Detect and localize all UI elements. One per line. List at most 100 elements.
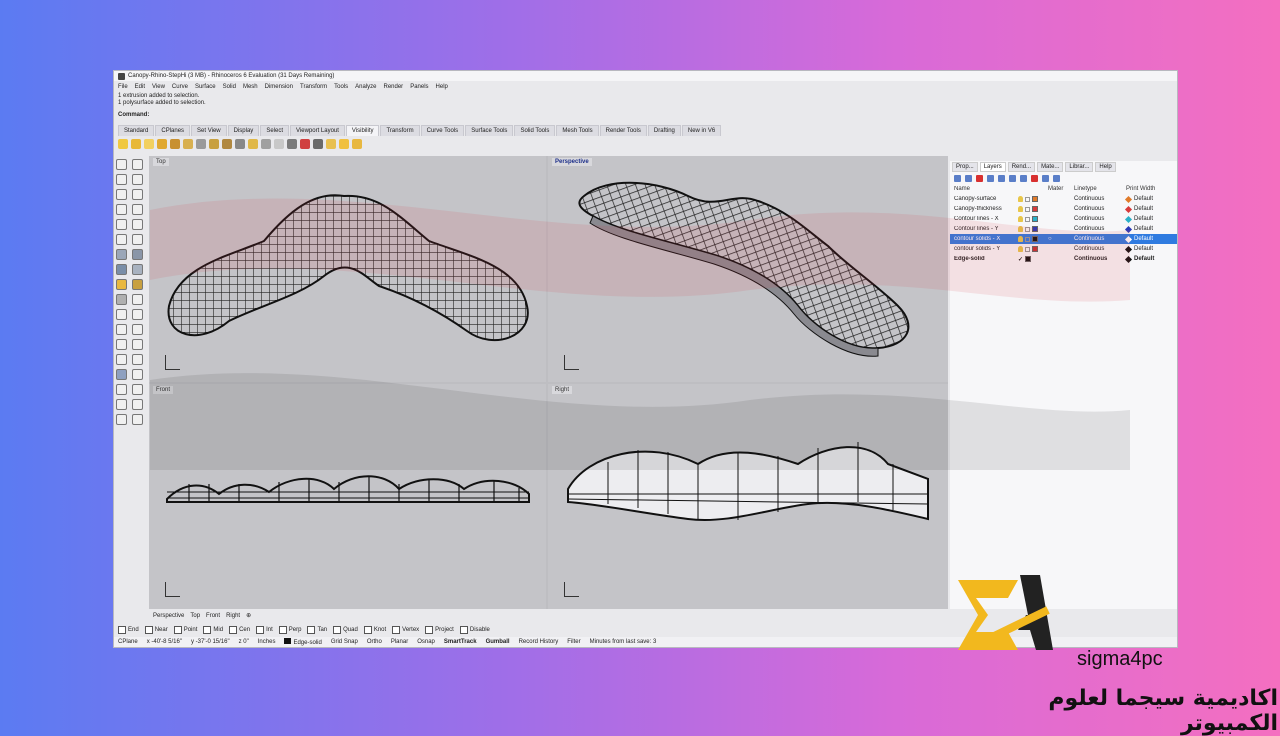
show-all-icon[interactable]	[339, 139, 349, 149]
osnap-mid[interactable]: Mid	[203, 626, 223, 634]
lock-icon[interactable]	[1025, 216, 1030, 222]
move-to-parent-icon[interactable]	[1009, 174, 1016, 182]
osnap-int[interactable]: Int	[256, 626, 273, 634]
hide-in-detail-icon[interactable]	[261, 139, 271, 149]
menu-help[interactable]: Help	[436, 84, 448, 90]
tab-cplanes[interactable]: CPlanes	[155, 125, 191, 136]
menu-render[interactable]: Render	[384, 84, 404, 90]
delete-layer-icon[interactable]	[976, 174, 983, 182]
osnap-point[interactable]: Point	[173, 626, 197, 634]
layer-row[interactable]: Canopy-surface Continuous Default	[950, 194, 1177, 204]
join-icon[interactable]	[116, 324, 127, 335]
panel-tab-materials[interactable]: Mate...	[1037, 161, 1064, 172]
layer-row[interactable]: contour solids - Y Continuous Default	[950, 244, 1177, 254]
show-in-detail-icon[interactable]	[274, 139, 284, 149]
tab-new-in-v6[interactable]: New in V6	[681, 125, 722, 136]
bulb-icon[interactable]	[1018, 206, 1023, 212]
text-icon[interactable]	[132, 234, 143, 245]
trim-icon[interactable]	[116, 309, 127, 320]
bulb-icon[interactable]	[1018, 226, 1023, 232]
front-viewport[interactable]: Front	[149, 384, 546, 609]
layer-row[interactable]: Contour lines - Y Continuous Default	[950, 224, 1177, 234]
split-icon[interactable]	[132, 309, 143, 320]
copy-icon[interactable]	[132, 339, 143, 350]
rotate-icon[interactable]	[116, 354, 127, 365]
layer-row[interactable]: Canopy-thickness Continuous Default	[950, 204, 1177, 214]
lock-icon[interactable]	[1025, 226, 1030, 232]
lock-icon[interactable]	[1025, 196, 1030, 202]
grid-icon[interactable]	[116, 384, 127, 395]
layer-off-icon[interactable]	[287, 139, 297, 149]
status-planar[interactable]: Planar	[391, 639, 408, 645]
menu-analyze[interactable]: Analyze	[355, 84, 376, 90]
osnap-disable[interactable]: Disable	[459, 626, 490, 634]
bulb-icon[interactable]	[1018, 196, 1023, 202]
print-color-icon[interactable]	[1124, 195, 1133, 203]
scale-icon[interactable]	[132, 354, 143, 365]
freeform-curve-icon[interactable]	[116, 234, 127, 245]
chamfer-icon[interactable]	[132, 294, 143, 305]
clear-filter-icon[interactable]	[1031, 174, 1038, 182]
status-osnap[interactable]: Osnap	[417, 639, 435, 645]
hide-surfaces-icon[interactable]	[313, 139, 323, 149]
panel-tab-properties[interactable]: Prop...	[952, 161, 978, 172]
vp-tab-top[interactable]: Top	[190, 613, 200, 619]
tab-solid-tools[interactable]: Solid Tools	[514, 125, 556, 136]
dimension-icon[interactable]	[132, 384, 143, 395]
osnap-knot[interactable]: Knot	[363, 626, 386, 634]
explode-icon[interactable]	[132, 324, 143, 335]
point-icon[interactable]	[132, 159, 143, 170]
new-layer-icon[interactable]	[954, 174, 961, 182]
lock-icon[interactable]	[1025, 246, 1030, 252]
menu-curve[interactable]: Curve	[172, 84, 188, 90]
col-linetype[interactable]: Linetype	[1074, 186, 1126, 192]
layer-color-icon[interactable]	[1032, 236, 1038, 242]
layer-color-icon[interactable]	[1032, 196, 1038, 202]
status-ortho[interactable]: Ortho	[367, 639, 382, 645]
panel-tab-help[interactable]: Help	[1095, 161, 1116, 172]
tab-transform[interactable]: Transform	[380, 125, 420, 136]
menu-edit[interactable]: Edit	[135, 84, 145, 90]
polyline-icon[interactable]	[132, 174, 143, 185]
rectangle-icon[interactable]	[132, 204, 143, 215]
print-color-icon[interactable]	[1124, 205, 1133, 213]
print-color-icon[interactable]	[1124, 255, 1133, 263]
status-gumball[interactable]: Gumball	[486, 639, 510, 645]
surface-icon[interactable]	[116, 249, 127, 260]
show-selected-icon[interactable]	[144, 139, 154, 149]
select-arrow-icon[interactable]	[116, 159, 127, 170]
polygon-icon[interactable]	[116, 219, 127, 230]
osnap-quad[interactable]: Quad	[333, 626, 358, 634]
osnap-cen[interactable]: Cen	[229, 626, 250, 634]
print-color-icon[interactable]	[1124, 225, 1133, 233]
osnap-vertex[interactable]: Vertex	[392, 626, 419, 634]
ellipse-icon[interactable]	[132, 219, 143, 230]
analyze-icon[interactable]	[116, 399, 127, 410]
menu-dimension[interactable]: Dimension	[265, 84, 293, 90]
mesh-icon[interactable]	[116, 279, 127, 290]
arc-icon[interactable]	[116, 204, 127, 215]
layer-color-icon[interactable]	[1032, 246, 1038, 252]
filter-icon[interactable]	[1020, 174, 1027, 182]
tab-set-view[interactable]: Set View	[191, 125, 227, 136]
status-cplane[interactable]: CPlane	[118, 639, 138, 645]
status-smarttrack[interactable]: SmartTrack	[444, 639, 477, 645]
command-prompt[interactable]: Command:	[118, 112, 149, 118]
panel-tab-rendering[interactable]: Rend...	[1007, 161, 1036, 172]
unisolate-icon[interactable]	[248, 139, 258, 149]
array-icon[interactable]	[132, 369, 143, 380]
curve-icon[interactable]	[116, 189, 127, 200]
col-material[interactable]: Mater	[1048, 186, 1074, 192]
layer-color-icon[interactable]	[1032, 216, 1038, 222]
panel-tab-layers[interactable]: Layers	[979, 161, 1006, 172]
print-color-icon[interactable]	[1124, 235, 1133, 243]
isolate-icon[interactable]	[235, 139, 245, 149]
menu-panels[interactable]: Panels	[410, 84, 428, 90]
tab-drafting[interactable]: Drafting	[647, 125, 681, 136]
vp-tab-perspective[interactable]: Perspective	[153, 613, 184, 619]
print-color-icon[interactable]	[1124, 245, 1133, 253]
print-color-icon[interactable]	[1124, 215, 1133, 223]
vp-tab-right[interactable]: Right	[226, 613, 240, 619]
fillet-icon[interactable]	[116, 294, 127, 305]
layer-color-icon[interactable]	[1025, 256, 1032, 262]
